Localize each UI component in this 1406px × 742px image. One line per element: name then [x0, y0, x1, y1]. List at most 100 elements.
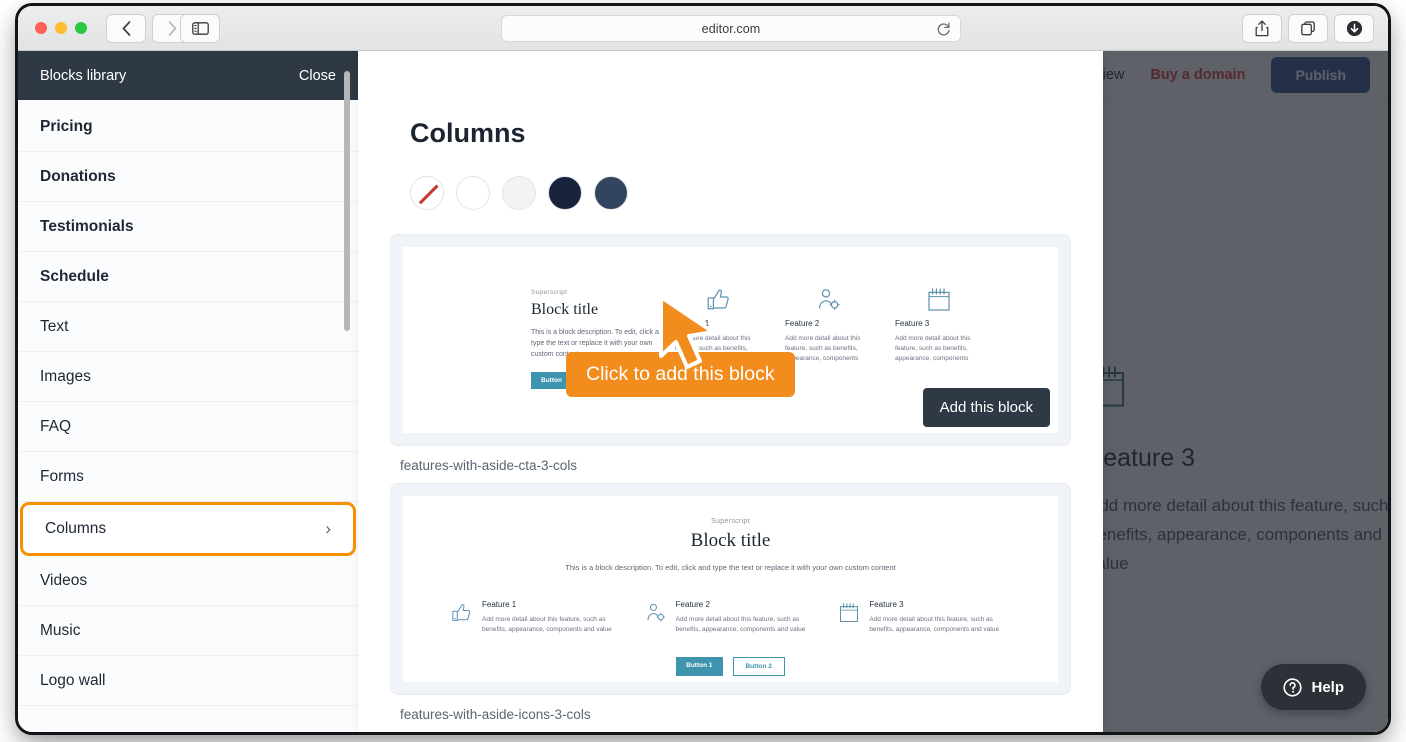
sidebar-item-label: Videos — [40, 572, 87, 590]
sidebar-item-testimonials[interactable]: Testimonials — [18, 202, 358, 252]
preview-button-1: Button 1 — [676, 657, 722, 676]
preview-description: This is a block description. To edit, cl… — [451, 562, 1010, 574]
sidebar-item-label: Donations — [40, 168, 116, 186]
sidebar-toggle-button[interactable] — [180, 14, 220, 43]
back-button[interactable] — [106, 14, 146, 43]
sidebar-item-donations[interactable]: Donations — [18, 152, 358, 202]
color-swatch-row — [410, 176, 1103, 210]
preview-feature-title: Feature 1 — [482, 600, 623, 609]
sidebar-item-text[interactable]: Text — [18, 302, 358, 352]
preview-block-title: Block title — [531, 301, 671, 319]
preview-feature-desc: Add more detail about this feature, such… — [895, 334, 983, 364]
question-circle-icon — [1283, 678, 1302, 697]
library-scrollbar[interactable] — [344, 71, 350, 331]
close-library-button[interactable]: Close — [299, 68, 336, 84]
downloads-icon — [1346, 20, 1363, 37]
minimize-window-button[interactable] — [55, 22, 67, 34]
sidebar-item-videos[interactable]: Videos — [18, 556, 358, 606]
preview-feature-desc: Add more detail about this feature, such… — [785, 334, 873, 364]
sidebar-item-label: FAQ — [40, 418, 71, 436]
share-icon — [1255, 20, 1269, 37]
blocks-library-list: Pricing Donations Testimonials Schedule Text… — [18, 100, 358, 732]
sidebar-item-label: Music — [40, 622, 80, 640]
preview-features-row: Feature 1 Add more detail about this feat… — [451, 600, 1010, 635]
window-controls — [35, 22, 87, 34]
color-swatch-dark-navy[interactable] — [548, 176, 582, 210]
mouse-cursor-icon — [656, 294, 718, 377]
preview-feature-desc: Add more detail about this feature, such… — [869, 615, 1010, 635]
maximize-window-button[interactable] — [75, 22, 87, 34]
preview-buttons: Button 1 Button 2 — [451, 657, 1010, 676]
share-button[interactable] — [1242, 14, 1282, 43]
block-cards: Superscript Block title This is a block … — [358, 234, 1103, 722]
calendar-icon — [895, 287, 983, 313]
block-caption: features-with-aside-cta-3-cols — [400, 458, 1071, 473]
sidebar-item-label: Testimonials — [40, 218, 134, 236]
preview-superscript: Superscript — [451, 518, 1010, 525]
sidebar-item-label: Pricing — [40, 118, 93, 136]
color-swatch-white[interactable] — [456, 176, 490, 210]
address-bar[interactable]: editor.com — [501, 15, 961, 42]
preview-feature-desc: Add more detail about this feature, such… — [482, 615, 623, 635]
preview-superscript: Superscript — [531, 289, 671, 296]
color-swatch-light-gray[interactable] — [502, 176, 536, 210]
preview-button-2: Button 2 — [733, 657, 785, 676]
sidebar-item-forms[interactable]: Forms — [18, 452, 358, 502]
sidebar-item-label: Columns — [45, 520, 106, 538]
sidebar-item-pricing[interactable]: Pricing — [18, 102, 358, 152]
sidebar-item-faq[interactable]: FAQ — [18, 402, 358, 452]
sidebar-item-images[interactable]: Images — [18, 352, 358, 402]
tab-overview-button[interactable] — [1288, 14, 1328, 43]
blocks-library-panel: Blocks library Close Pricing Donations Tes… — [18, 51, 358, 732]
preview-feature: Feature 1 Add more detail about this feat… — [451, 600, 623, 635]
toolbar-right-buttons — [1242, 14, 1374, 43]
chevron-right-icon: › — [325, 519, 331, 539]
help-widget-button[interactable]: Help — [1261, 664, 1366, 710]
close-window-button[interactable] — [35, 22, 47, 34]
preview-feature-title: Feature 2 — [676, 600, 817, 609]
calendar-icon — [838, 600, 860, 635]
blocks-library-title: Blocks library — [40, 68, 126, 84]
preview-feature-title: Feature 2 — [785, 319, 873, 328]
reload-button[interactable] — [936, 21, 951, 42]
sidebar-item-schedule[interactable]: Schedule — [18, 252, 358, 302]
preview-feature: Feature 2 Add more detail about this feat… — [785, 287, 873, 364]
sidebar-item-label: Logo wall — [40, 672, 106, 690]
browser-window: editor.com — [18, 6, 1388, 732]
sidebar-item-music[interactable]: Music — [18, 606, 358, 656]
preview-centered: Superscript Block title This is a block … — [403, 496, 1058, 682]
block-preview-card[interactable]: Superscript Block title This is a block … — [390, 483, 1071, 695]
tab-overview-icon — [1301, 21, 1316, 36]
color-swatch-slate-blue[interactable] — [594, 176, 628, 210]
sidebar-item-logo-wall[interactable]: Logo wall — [18, 656, 358, 706]
chevron-left-icon — [122, 21, 131, 36]
page-title: Columns — [410, 118, 1103, 149]
help-label: Help — [1311, 679, 1344, 696]
person-gear-icon — [785, 287, 873, 313]
add-this-block-button[interactable]: Add this block — [923, 388, 1050, 427]
block-caption: features-with-aside-icons-3-cols — [400, 707, 1071, 722]
downloads-button[interactable] — [1334, 14, 1374, 43]
preview-feature: Feature 3 Add more detail about this feat… — [895, 287, 983, 364]
sidebar-item-label: Forms — [40, 468, 84, 486]
sidebar-item-columns[interactable]: Columns › — [20, 502, 356, 556]
browser-toolbar: editor.com — [18, 6, 1388, 51]
block-preview-card[interactable]: Superscript Block title This is a block … — [390, 234, 1071, 446]
block-card-wrapper: Superscript Block title This is a block … — [390, 483, 1071, 722]
preview-block-title: Block title — [451, 530, 1010, 552]
page-viewport: Preview Buy a domain Publish Feature 3 A… — [18, 51, 1388, 732]
preview-feature-desc: Add more detail about this feature, such… — [676, 615, 817, 635]
block-preview-canvas: Superscript Block title This is a block … — [403, 496, 1058, 682]
preview-feature: Feature 2 Add more detail about this feat… — [645, 600, 817, 635]
preview-feature-title: Feature 3 — [869, 600, 1010, 609]
preview-feature: Feature 3 Add more detail about this feat… — [838, 600, 1010, 635]
blocks-library-header: Blocks library Close — [18, 51, 358, 100]
person-gear-icon — [645, 600, 667, 635]
color-swatch-no-color[interactable] — [410, 176, 444, 210]
reload-icon — [936, 21, 951, 37]
sidebar-item-label: Text — [40, 318, 68, 336]
preview-feature-title: Feature 3 — [895, 319, 983, 328]
sidebar-item-label: Images — [40, 368, 91, 386]
thumbs-up-icon — [451, 600, 473, 635]
chevron-right-icon — [168, 21, 177, 36]
